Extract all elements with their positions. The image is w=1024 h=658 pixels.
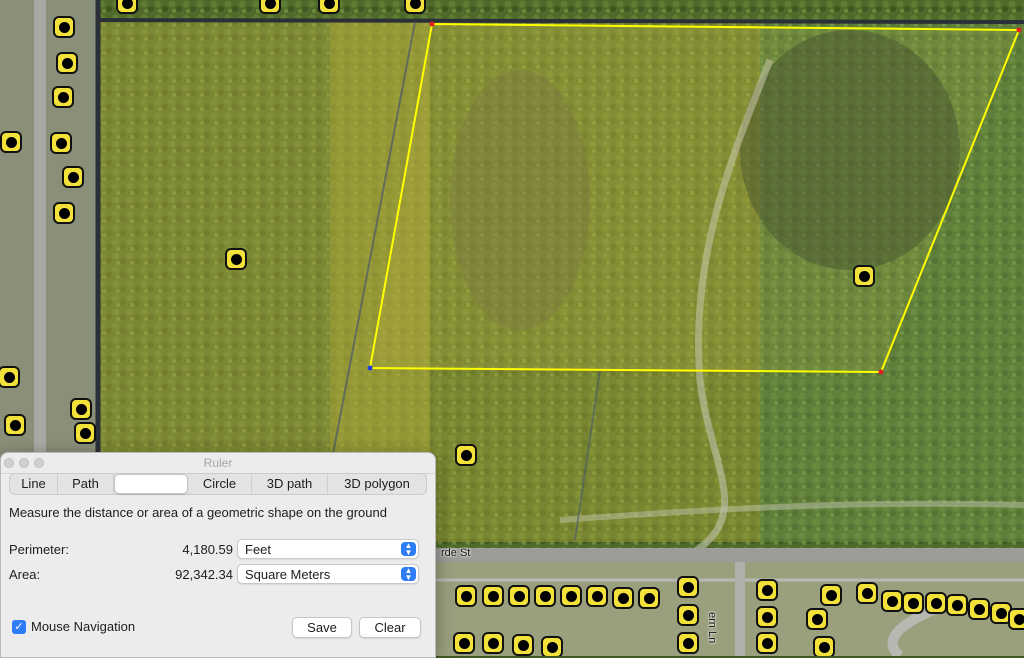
map-marker[interactable] — [482, 632, 504, 654]
map-marker[interactable] — [881, 590, 903, 612]
perimeter-label: Perimeter: — [9, 542, 69, 557]
street-label: ern Ln — [706, 612, 718, 644]
map-marker[interactable] — [820, 584, 842, 606]
map-marker[interactable] — [512, 634, 534, 656]
map-marker[interactable] — [968, 598, 990, 620]
map-marker[interactable] — [560, 585, 582, 607]
ruler-dialog: Ruler Line Path Circle 3D path 3D polygo… — [0, 452, 436, 658]
tab-3d-path[interactable]: 3D path — [252, 474, 328, 494]
map-marker[interactable] — [806, 608, 828, 630]
perimeter-unit-select[interactable]: Feet ▲ ▼ — [237, 539, 419, 559]
ruler-titlebar[interactable]: Ruler — [1, 453, 435, 474]
map-marker[interactable] — [586, 585, 608, 607]
map-marker[interactable] — [856, 582, 878, 604]
tab-line[interactable]: Line — [10, 474, 58, 494]
map-marker[interactable] — [70, 398, 92, 420]
ruler-tabs: Line Path Circle 3D path 3D polygon — [9, 473, 427, 495]
chevron-updown-icon: ▲ ▼ — [401, 542, 416, 557]
map-marker[interactable] — [455, 444, 477, 466]
street-label: rde St — [441, 547, 471, 559]
chevron-updown-icon: ▲ ▼ — [401, 567, 416, 582]
map-marker[interactable] — [677, 632, 699, 654]
map-marker[interactable] — [259, 0, 281, 14]
map-marker[interactable] — [56, 52, 78, 74]
map-marker[interactable] — [813, 636, 835, 656]
perimeter-value: 4,180.59 — [182, 542, 233, 557]
map-marker[interactable] — [225, 248, 247, 270]
map-marker[interactable] — [946, 594, 968, 616]
map-marker[interactable] — [756, 579, 778, 601]
tab-polygon[interactable] — [114, 474, 188, 494]
map-marker[interactable] — [853, 265, 875, 287]
map-marker[interactable] — [455, 585, 477, 607]
map-marker[interactable] — [53, 16, 75, 38]
map-marker[interactable] — [52, 86, 74, 108]
tab-circle[interactable]: Circle — [188, 474, 252, 494]
ruler-title: Ruler — [203, 456, 233, 470]
mouse-navigation-checkbox[interactable]: ✓ — [12, 620, 26, 634]
map-marker[interactable] — [404, 0, 426, 14]
area-label: Area: — [9, 567, 41, 582]
save-button[interactable]: Save — [292, 617, 352, 638]
map-marker[interactable] — [541, 636, 563, 656]
map-marker[interactable] — [0, 131, 22, 153]
area-unit-select[interactable]: Square Meters ▲ ▼ — [237, 564, 419, 584]
clear-button[interactable]: Clear — [359, 617, 421, 638]
area-unit: Square Meters — [245, 567, 331, 582]
map-marker[interactable] — [677, 576, 699, 598]
map-marker[interactable] — [0, 366, 20, 388]
map-marker[interactable] — [756, 632, 778, 654]
tab-3d-polygon[interactable]: 3D polygon — [328, 474, 426, 494]
map-marker[interactable] — [318, 0, 340, 14]
map-marker[interactable] — [4, 414, 26, 436]
map-marker[interactable] — [53, 202, 75, 224]
map-marker[interactable] — [50, 132, 72, 154]
mouse-navigation-label[interactable]: Mouse Navigation — [31, 619, 135, 634]
map-marker[interactable] — [116, 0, 138, 14]
map-marker[interactable] — [638, 587, 660, 609]
map-marker[interactable] — [74, 422, 96, 444]
map-marker[interactable] — [612, 587, 634, 609]
map-marker[interactable] — [677, 604, 699, 626]
map-marker[interactable] — [508, 585, 530, 607]
tab-path[interactable]: Path — [58, 474, 114, 494]
map-marker[interactable] — [902, 592, 924, 614]
area-value: 92,342.34 — [175, 567, 233, 582]
map-marker[interactable] — [1008, 608, 1024, 630]
map-marker[interactable] — [482, 585, 504, 607]
map-marker[interactable] — [453, 632, 475, 654]
map-marker[interactable] — [62, 166, 84, 188]
ruler-description: Measure the distance or area of a geomet… — [9, 505, 387, 520]
perimeter-unit: Feet — [245, 542, 272, 557]
map-marker[interactable] — [925, 592, 947, 614]
map-marker[interactable] — [756, 606, 778, 628]
map-marker[interactable] — [534, 585, 556, 607]
